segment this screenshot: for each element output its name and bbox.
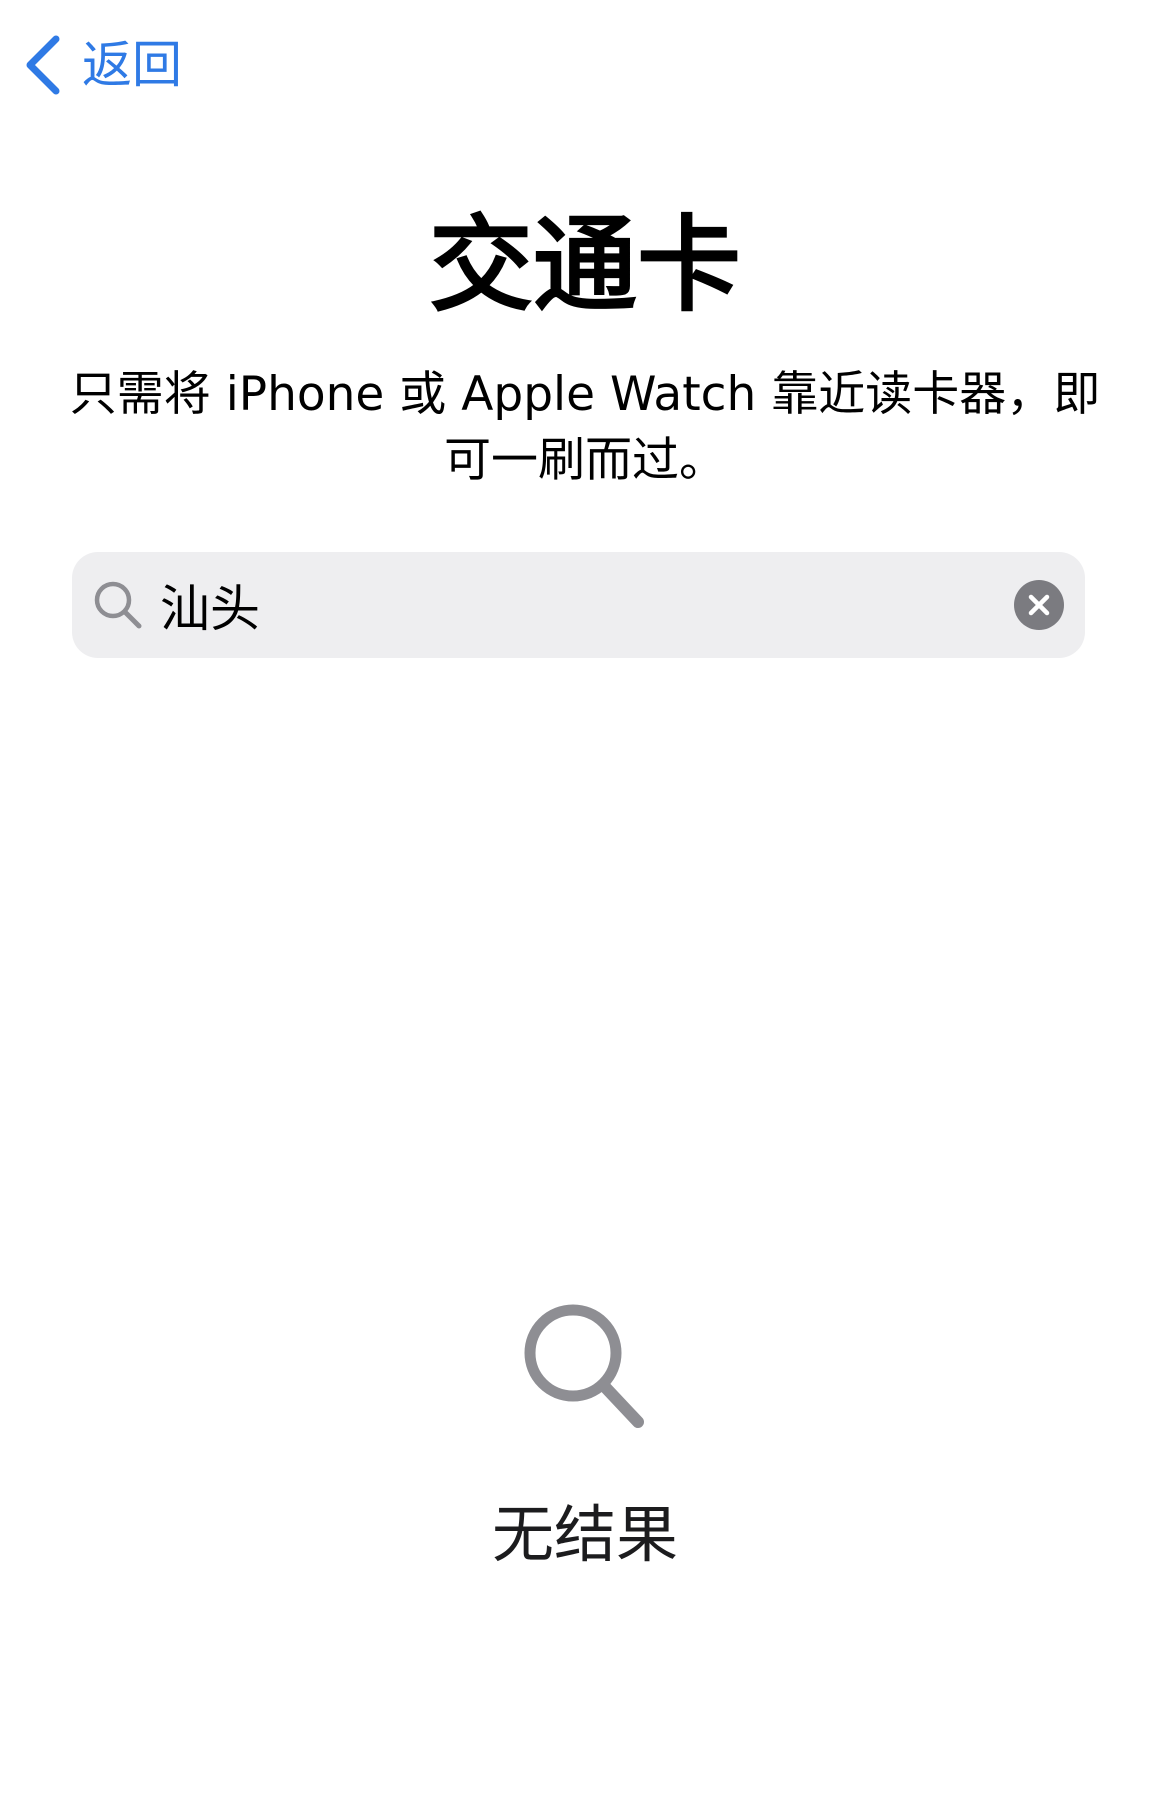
search-icon <box>94 581 142 629</box>
back-button[interactable]: 返回 <box>22 30 182 100</box>
search-bar[interactable] <box>72 552 1085 658</box>
clear-icon[interactable] <box>1013 579 1065 631</box>
search-input[interactable] <box>160 565 1013 645</box>
page-subtitle: 只需将 iPhone 或 Apple Watch 靠近读卡器，即可一刷而过。 <box>69 367 1101 488</box>
chevron-left-icon <box>26 35 60 95</box>
back-label: 返回 <box>82 36 182 94</box>
no-results-message: 无结果 <box>491 1498 678 1571</box>
page-title: 交通卡 <box>428 204 741 326</box>
no-results-search-icon <box>524 1304 644 1428</box>
empty-state: 无结果 <box>0 1300 1170 1575</box>
